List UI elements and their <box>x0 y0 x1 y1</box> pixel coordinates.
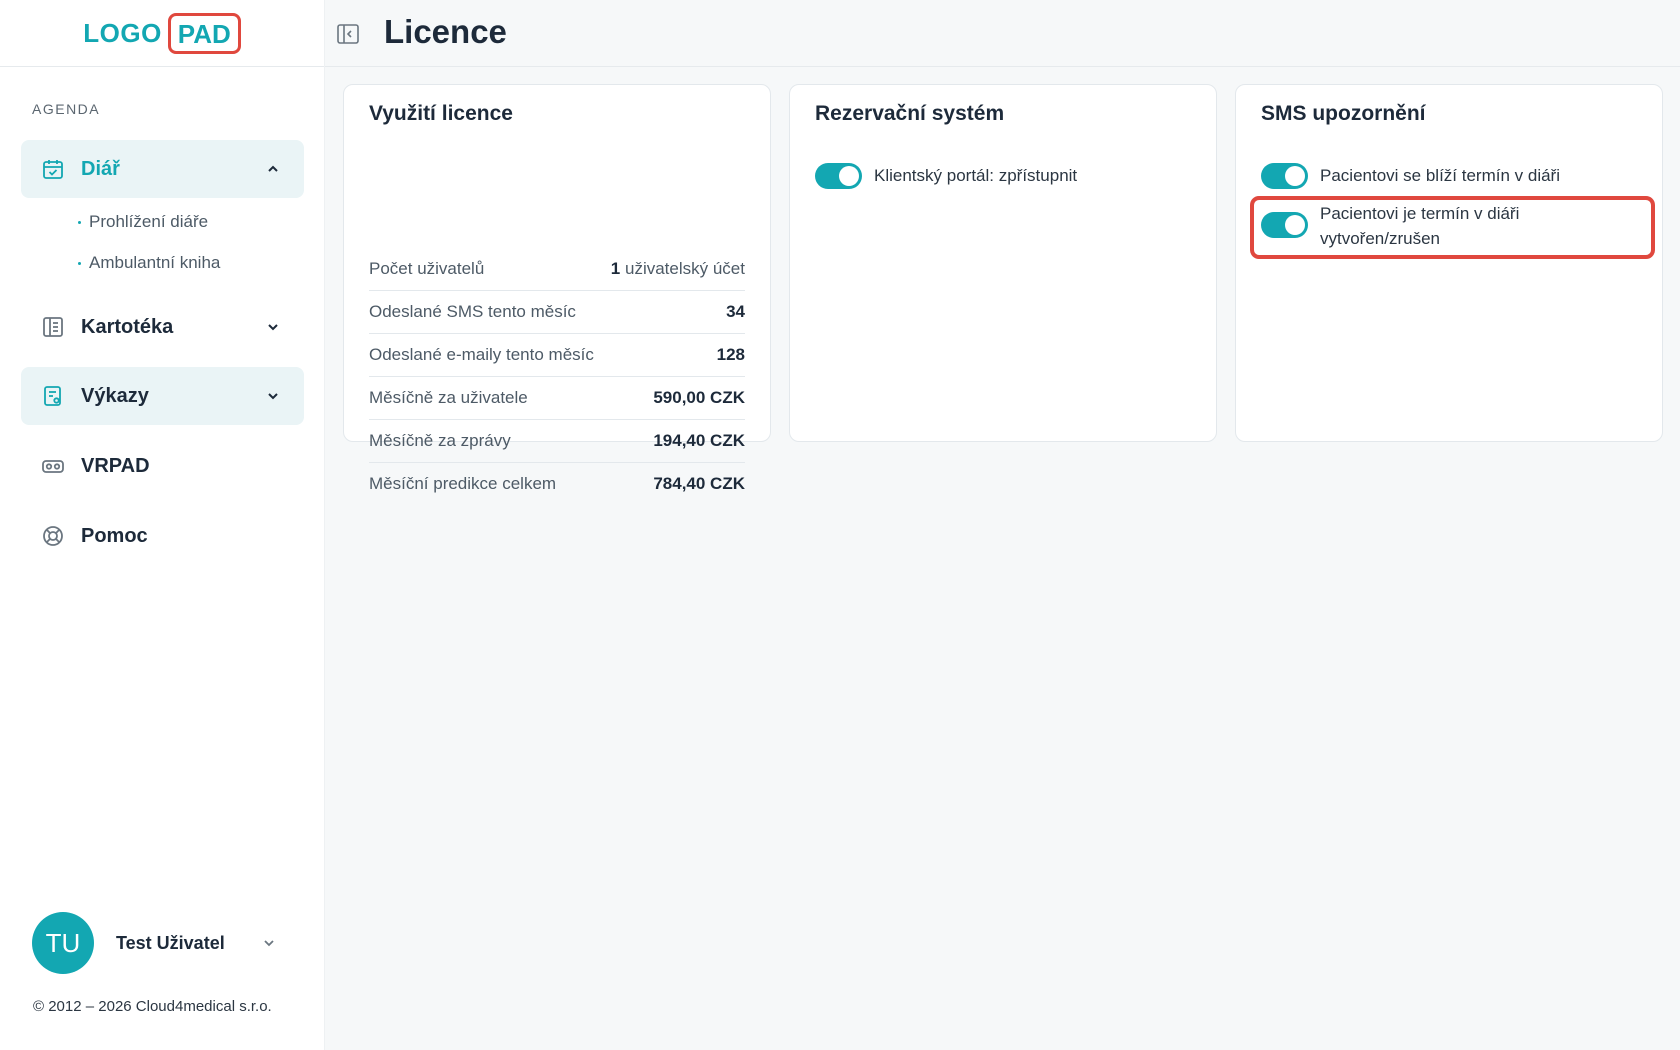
reservation-system-card: Rezervační systém Klientský portál: zpří… <box>789 84 1217 442</box>
sidebar-subitem-label: Prohlížení diáře <box>89 212 209 231</box>
sidebar-item-vrpad[interactable]: VRPAD <box>21 437 304 495</box>
client-portal-toggle[interactable] <box>815 163 862 189</box>
sidebar: LOGO PAD AGENDA Diář Prohlížení diáře Am… <box>0 0 325 1050</box>
sidebar-item-kartoteka[interactable]: Kartotéka <box>21 298 304 356</box>
license-row-monthly-messages: Měsíčně za zprávy 194,40 CZK <box>369 419 745 462</box>
card-title: Využití licence <box>369 102 513 125</box>
toggle-label: Klientský portál: zpřístupnit <box>874 166 1078 185</box>
row-label: Odeslané SMS tento měsíc <box>369 302 576 321</box>
sidebar-subitem-ambulantni-kniha[interactable]: Ambulantní kniha <box>78 253 220 273</box>
sidebar-item-label: Kartotéka <box>81 315 174 338</box>
report-icon <box>41 384 65 408</box>
toggle-row-client-portal: Klientský portál: zpřístupnit <box>815 163 1077 189</box>
logo-pad-text: PAD <box>167 12 241 54</box>
license-row-monthly-total: Měsíční predikce celkem 784,40 CZK <box>369 462 745 505</box>
row-value: 34 <box>726 302 745 321</box>
header: Licence <box>325 0 1680 67</box>
card-title: SMS upozornění <box>1261 102 1426 125</box>
lifebuoy-icon <box>41 524 65 548</box>
license-usage-card: Využití licence Počet uživatelů 1 uživat… <box>343 84 771 493</box>
row-label: Měsíční predikce celkem <box>369 474 557 493</box>
sidebar-item-label: Diář <box>81 157 120 180</box>
chevron-up-icon[interactable] <box>264 160 282 178</box>
copyright: © 2012 – 2026 Cloud4medical s.r.o. <box>33 998 272 1015</box>
highlight-box <box>1250 196 1655 259</box>
chevron-down-icon[interactable] <box>260 934 278 952</box>
toggle-knob <box>1285 166 1305 186</box>
sidebar-item-vykazy[interactable]: Výkazy <box>21 367 304 425</box>
row-label: Měsíčně za uživatele <box>369 388 528 407</box>
toggle-row-upcoming-appointment: Pacientovi se blíží termín v diáři <box>1261 163 1560 189</box>
sidebar-subitem-prohlizeni[interactable]: Prohlížení diáře <box>78 212 208 232</box>
bullet-dot <box>78 220 81 224</box>
sms-notifications-card: SMS upozornění Pacientovi se blíží termí… <box>1235 84 1663 442</box>
page-title: Licence <box>384 13 507 50</box>
row-value: 128 <box>716 345 745 364</box>
row-value: 194,40 CZK <box>653 431 745 450</box>
sidebar-collapse-icon[interactable] <box>336 22 360 46</box>
upcoming-appointment-toggle[interactable] <box>1261 163 1308 189</box>
license-row-sms: Odeslané SMS tento měsíc 34 <box>369 290 745 333</box>
card-index-icon <box>41 315 65 339</box>
sidebar-item-label: Pomoc <box>81 524 148 547</box>
toggle-knob <box>839 166 859 186</box>
chevron-down-icon[interactable] <box>264 318 282 336</box>
calendar-check-icon <box>41 157 65 181</box>
logo[interactable]: LOGO PAD <box>0 0 324 67</box>
avatar: TU <box>32 912 94 974</box>
user-name: Test Uživatel <box>116 932 225 953</box>
logo-text: LOGO <box>83 17 162 48</box>
sidebar-item-diar[interactable]: Diář <box>21 140 304 198</box>
chevron-down-icon[interactable] <box>264 387 282 405</box>
sidebar-item-label: Výkazy <box>81 384 149 407</box>
sidebar-subitem-label: Ambulantní kniha <box>89 253 221 272</box>
row-value: 590,00 CZK <box>653 388 745 407</box>
section-label-agenda: AGENDA <box>32 101 101 117</box>
row-value: 1 uživatelský účet <box>610 258 745 278</box>
row-label: Počet uživatelů <box>369 258 485 278</box>
license-row-monthly-users: Měsíčně za uživatele 590,00 CZK <box>369 376 745 419</box>
user-menu[interactable]: TU Test Uživatel <box>32 912 274 974</box>
vr-headset-icon <box>41 454 65 478</box>
bullet-dot <box>78 261 81 265</box>
row-value: 784,40 CZK <box>653 474 745 493</box>
sidebar-item-label: VRPAD <box>81 454 150 477</box>
license-row-emails: Odeslané e-maily tento měsíc 128 <box>369 333 745 376</box>
card-title: Rezervační systém <box>815 102 1005 125</box>
row-label: Odeslané e-maily tento měsíc <box>369 345 594 364</box>
row-label: Měsíčně za zprávy <box>369 431 511 450</box>
license-row-users: Počet uživatelů 1 uživatelský účet <box>369 247 745 290</box>
sidebar-item-pomoc[interactable]: Pomoc <box>21 507 304 565</box>
toggle-label: Pacientovi se blíží termín v diáři <box>1320 166 1560 185</box>
